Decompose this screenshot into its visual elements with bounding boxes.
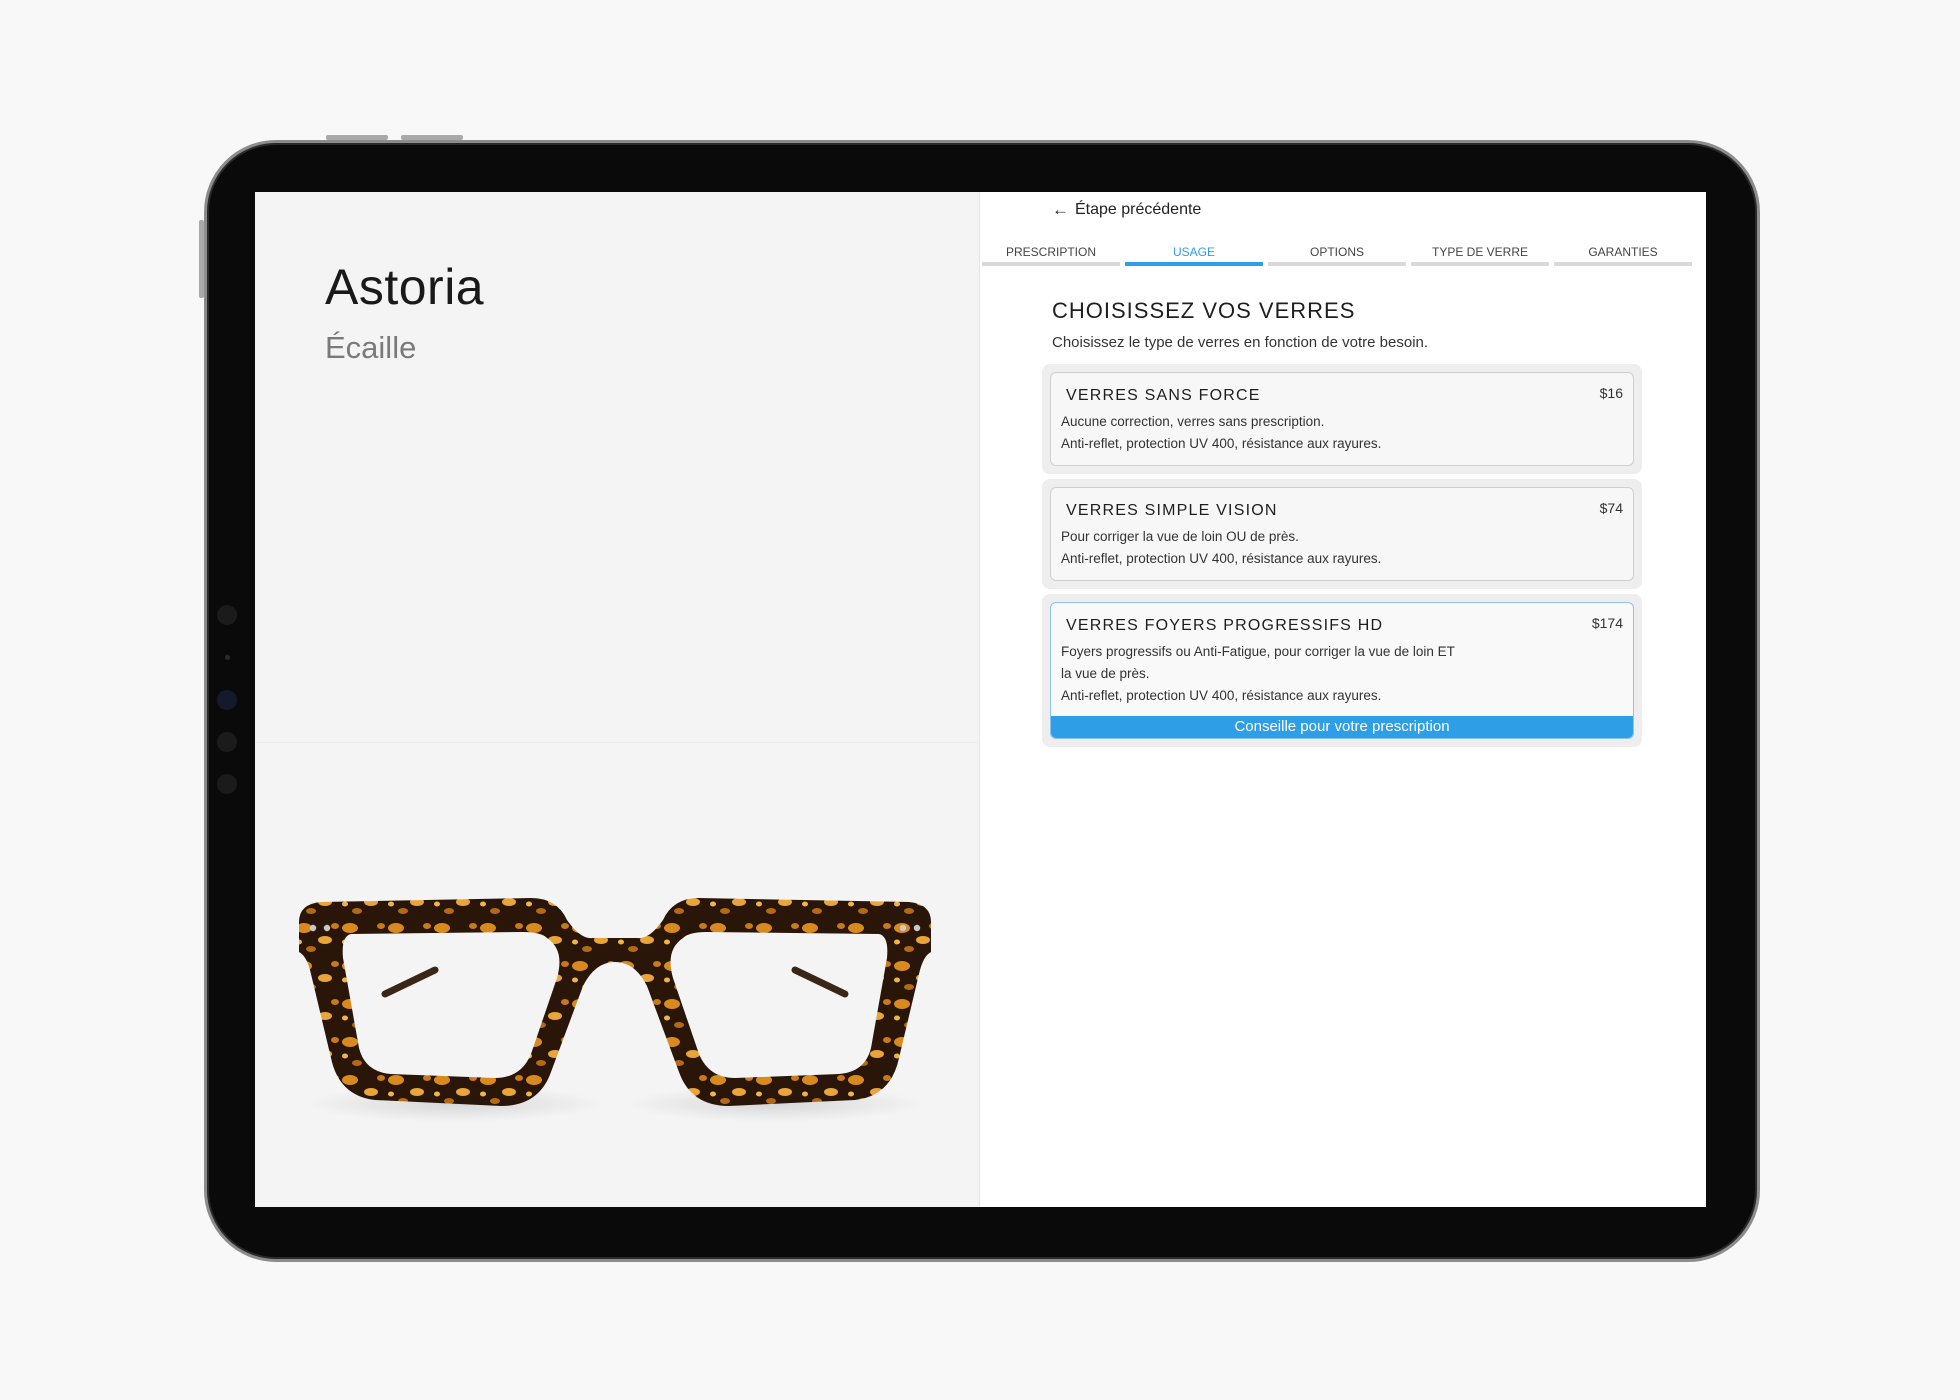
camera-lidar xyxy=(217,774,237,794)
step-tabs: PRESCRIPTION USAGE OPTIONS TYPE DE VERRE… xyxy=(982,246,1692,266)
recommended-badge: Conseille pour votre prescription xyxy=(1051,716,1633,738)
lens-option-desc-line: Anti-reflet, protection UV 400, résistan… xyxy=(1061,436,1382,451)
camera-flash xyxy=(217,732,237,752)
lens-option-title: VERRES FOYERS PROGRESSIFS HD xyxy=(1066,617,1384,634)
tab-usage[interactable]: USAGE xyxy=(1125,246,1263,266)
back-link-label: Étape précédente xyxy=(1075,201,1202,218)
lens-option-simple-vision[interactable]: VERRES SIMPLE VISION $74 Pour corriger l… xyxy=(1050,487,1634,581)
camera-lens xyxy=(217,605,237,625)
lens-option-wrapper: VERRES SANS FORCE $16 Aucune correction,… xyxy=(1042,364,1642,474)
product-color: Écaille xyxy=(325,330,417,365)
product-panel: Astoria Écaille xyxy=(255,192,980,1207)
tab-options[interactable]: OPTIONS xyxy=(1268,246,1406,266)
section-title: CHOISISSEZ VOS VERRES xyxy=(1052,298,1356,323)
tab-type-de-verre[interactable]: TYPE DE VERRE xyxy=(1411,246,1549,266)
screen: Astoria Écaille ← Étape précédente PRESC… xyxy=(255,192,1706,1207)
lens-option-desc-line: Pour corriger la vue de loin OU de près. xyxy=(1061,529,1299,544)
lens-option-title: VERRES SANS FORCE xyxy=(1066,387,1261,404)
back-link[interactable]: ← Étape précédente xyxy=(1052,200,1201,220)
camera-sensor xyxy=(225,655,230,660)
lens-option-price: $16 xyxy=(1599,385,1623,401)
panel-divider xyxy=(255,742,980,743)
lens-option-sans-force[interactable]: VERRES SANS FORCE $16 Aucune correction,… xyxy=(1050,372,1634,466)
glasses-image xyxy=(299,898,931,1122)
lens-option-wrapper: VERRES FOYERS PROGRESSIFS HD $174 Foyers… xyxy=(1042,594,1642,747)
lens-option-wrapper: VERRES SIMPLE VISION $74 Pour corriger l… xyxy=(1042,479,1642,589)
camera-main xyxy=(217,690,237,710)
section-subtitle: Choisissez le type de verres en fonction… xyxy=(1052,334,1429,351)
lens-option-price: $174 xyxy=(1591,615,1623,631)
lens-option-desc-line: Anti-reflet, protection UV 400, résistan… xyxy=(1061,551,1382,566)
lens-option-price: $74 xyxy=(1599,500,1623,516)
tab-prescription[interactable]: PRESCRIPTION xyxy=(982,246,1120,266)
tab-garanties[interactable]: GARANTIES xyxy=(1554,246,1692,266)
configurator-panel: ← Étape précédente PRESCRIPTION USAGE OP… xyxy=(980,192,1706,1207)
lens-option-progressifs-hd[interactable]: VERRES FOYERS PROGRESSIFS HD $174 Foyers… xyxy=(1050,602,1634,739)
lens-option-desc-line: Foyers progressifs ou Anti-Fatigue, pour… xyxy=(1061,644,1455,659)
lens-option-desc-line: la vue de près. xyxy=(1061,666,1150,681)
lens-option-desc-line: Aucune correction, verres sans prescript… xyxy=(1061,414,1325,429)
arrow-left-icon: ← xyxy=(1052,200,1069,219)
product-name: Astoria xyxy=(325,259,485,315)
lens-option-title: VERRES SIMPLE VISION xyxy=(1066,502,1278,519)
lens-option-desc-line: Anti-reflet, protection UV 400, résistan… xyxy=(1061,688,1382,703)
